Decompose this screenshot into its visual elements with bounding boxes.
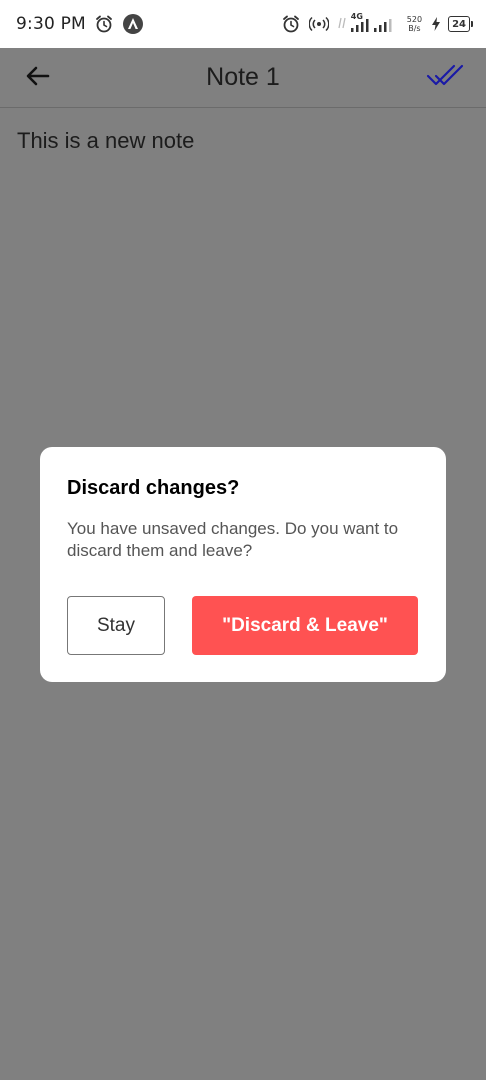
stay-button[interactable]: Stay (67, 596, 165, 655)
charging-icon (432, 17, 441, 31)
app-bar: Note 1 (0, 48, 486, 108)
network-type: 4G (350, 12, 363, 21)
alarm-icon (94, 14, 114, 34)
note-content[interactable]: This is a new note (17, 128, 467, 154)
status-time: 9:30 PM (16, 14, 86, 34)
signal-icon: 4G (337, 12, 399, 34)
net-speed: 520 B/s (407, 15, 422, 33)
status-left: 9:30 PM (16, 13, 144, 35)
status-bar: 9:30 PM 4G 520 B/s 24 (0, 0, 486, 48)
discard-dialog: Discard changes? You have unsaved change… (40, 447, 446, 682)
hotspot-icon (308, 15, 329, 33)
battery-icon: 24 (448, 16, 473, 32)
dialog-message: You have unsaved changes. Do you want to… (67, 519, 399, 560)
page-title: Note 1 (206, 63, 280, 91)
net-speed-value: 520 (406, 15, 423, 24)
dialog-actions: Stay "Discard & Leave" (67, 596, 418, 655)
battery-level: 24 (452, 18, 466, 30)
double-check-icon (426, 62, 466, 94)
discard-leave-button[interactable]: "Discard & Leave" (192, 596, 418, 655)
net-speed-unit: B/s (408, 24, 421, 33)
save-button[interactable] (424, 60, 468, 96)
dialog-title: Discard changes? (67, 477, 240, 499)
app-notification-icon (122, 13, 144, 35)
status-right: 4G 520 B/s 24 (281, 12, 473, 34)
alarm-icon (281, 14, 301, 34)
